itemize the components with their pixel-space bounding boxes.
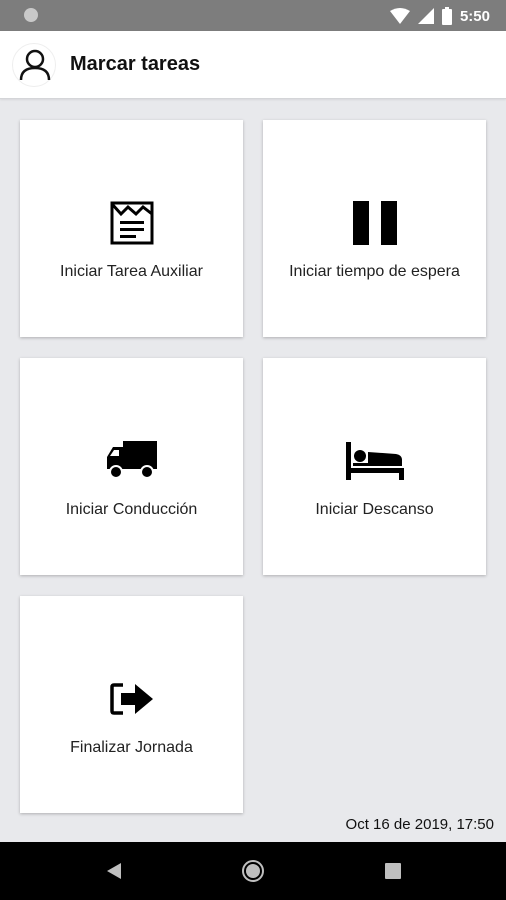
tile-driving[interactable]: Iniciar Conducción <box>20 358 243 575</box>
wifi-icon <box>389 8 410 24</box>
tile-auxiliary-task[interactable]: Iniciar Tarea Auxiliar <box>20 120 243 337</box>
recents-icon[interactable] <box>385 863 401 879</box>
tile-label: Iniciar Conducción <box>65 501 198 518</box>
exit-icon <box>109 682 153 715</box>
app-bar: Marcar tareas <box>0 31 506 99</box>
tile-label: Iniciar tiempo de espera <box>289 263 460 280</box>
bed-icon <box>345 441 404 480</box>
tile-label: Iniciar Tarea Auxiliar <box>60 263 203 280</box>
status-bar: 5:50 <box>0 0 506 31</box>
auxiliary-task-icon <box>110 201 153 244</box>
back-icon[interactable] <box>105 862 123 880</box>
tile-label: Finalizar Jornada <box>70 739 193 756</box>
home-icon[interactable] <box>241 859 265 883</box>
status-time: 5:50 <box>459 7 490 25</box>
tile-wait-time[interactable]: Iniciar tiempo de espera <box>263 120 486 337</box>
current-datetime: Oct 16 de 2019, 17:50 <box>345 816 494 833</box>
avatar[interactable] <box>12 43 56 87</box>
navigation-bar <box>0 842 506 900</box>
user-icon <box>19 49 51 81</box>
pause-icon <box>352 200 397 245</box>
truck-icon <box>106 440 157 479</box>
page-title: Marcar tareas <box>70 53 201 75</box>
notification-dot-icon <box>24 8 38 22</box>
signal-icon <box>417 8 434 24</box>
tile-rest[interactable]: Iniciar Descanso <box>263 358 486 575</box>
tile-label: Iniciar Descanso <box>315 501 434 518</box>
tile-end-shift[interactable]: Finalizar Jornada <box>20 596 243 813</box>
battery-icon <box>441 7 452 25</box>
